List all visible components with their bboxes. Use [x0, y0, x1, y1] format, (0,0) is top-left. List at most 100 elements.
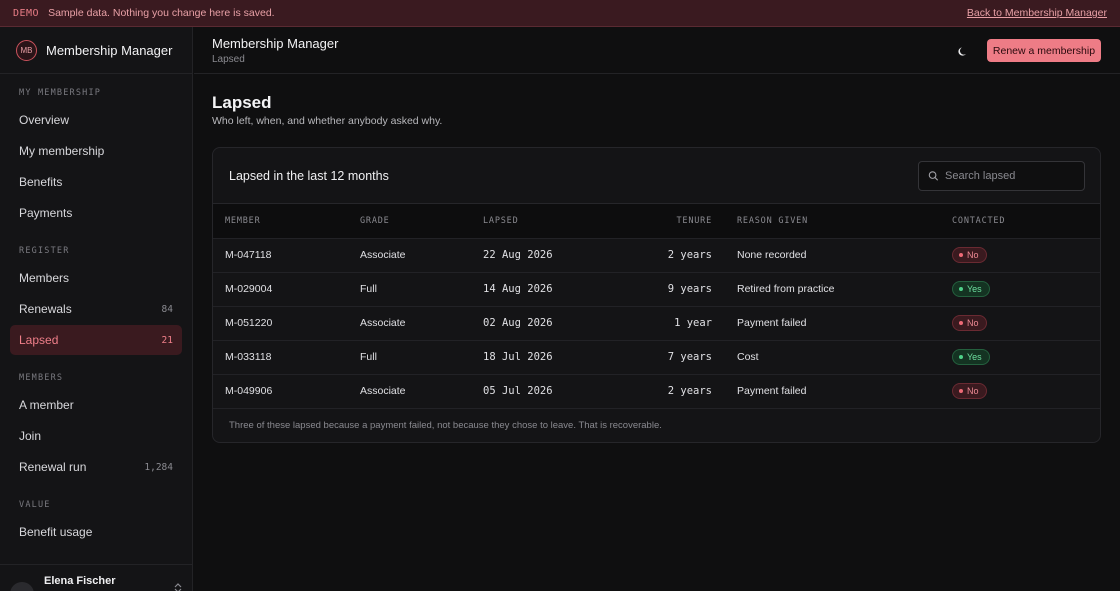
sidebar-item-renewals[interactable]: Renewals 84: [10, 294, 182, 324]
moon-icon: [957, 46, 966, 56]
sidebar-item-payments[interactable]: Payments: [10, 198, 182, 228]
sidebar-nav: MY MEMBERSHIP Overview My membership Benefi…: [0, 74, 192, 547]
tenure-cell: 9 years: [667, 283, 712, 295]
table-header-row: MEMBER GRADE LAPSED TENURE REASON GIVEN …: [213, 204, 1100, 238]
status-label: No: [967, 250, 979, 260]
column-header-contacted[interactable]: CONTACTED: [952, 204, 1100, 238]
sidebar-item-label: Benefits: [19, 175, 63, 189]
sidebar-item-join[interactable]: Join: [10, 421, 182, 451]
sidebar-item-benefit-usage[interactable]: Benefit usage: [10, 517, 182, 547]
grade-cell: Associate: [360, 249, 406, 261]
sidebar-item-label: Overview: [19, 113, 70, 127]
chevron-updown-icon: [174, 583, 182, 591]
status-dot-icon: [959, 287, 963, 291]
search-box[interactable]: [918, 161, 1085, 191]
sidebar-item-label: Benefit usage: [19, 525, 93, 539]
sidebar-item-benefits[interactable]: Benefits: [10, 167, 182, 197]
nav-section-title: VALUE: [19, 500, 51, 510]
top-header: Membership Manager Lapsed Renew a member…: [194, 27, 1120, 74]
lapsed-date-cell: 18 Jul 2026: [483, 351, 553, 363]
tenure-cell: 2 years: [667, 385, 712, 398]
member-cell: M-033118: [225, 351, 272, 363]
grade-cell: Full: [360, 283, 377, 295]
status-label: Yes: [967, 284, 982, 294]
tenure-cell: 7 years: [667, 351, 712, 363]
grade-cell: Associate: [360, 317, 406, 329]
status-badge: No: [952, 383, 987, 400]
lapsed-table: MEMBER GRADE LAPSED TENURE REASON GIVEN …: [213, 204, 1100, 408]
contacted-cell: No: [952, 374, 1100, 408]
sidebar-item-members[interactable]: Members: [10, 263, 182, 293]
sidebar-item-label: Members: [19, 271, 70, 285]
tenure-cell: 2 years: [667, 249, 712, 261]
sidebar-item-label: Renewal run: [19, 460, 87, 474]
brand-name: Membership Manager: [46, 42, 173, 58]
column-header-grade[interactable]: GRADE: [360, 204, 483, 238]
brand[interactable]: MB Membership Manager: [0, 27, 192, 74]
column-header-reason[interactable]: REASON GIVEN: [737, 204, 952, 238]
status-dot-icon: [959, 321, 963, 325]
back-link[interactable]: Back to Membership Manager: [967, 7, 1107, 19]
sidebar-item-label: Renewals: [19, 302, 72, 316]
sidebar: MB Membership Manager MY MEMBERSHIP Overv…: [0, 27, 193, 591]
grade-cell: Full: [360, 351, 377, 363]
reason-cell: Payment failed: [737, 385, 807, 398]
renew-membership-button[interactable]: Renew a membership: [987, 39, 1101, 62]
status-label: No: [967, 386, 979, 397]
member-cell: M-051220: [225, 317, 273, 329]
contacted-cell: Yes: [952, 340, 1100, 374]
reason-cell: None recorded: [737, 249, 807, 261]
column-header-tenure[interactable]: TENURE: [607, 204, 737, 238]
column-header-lapsed[interactable]: LAPSED: [483, 204, 607, 238]
lapsed-date-cell: 14 Aug 2026: [483, 283, 553, 295]
sidebar-item-a-member[interactable]: A member: [10, 390, 182, 420]
user-menu-icon[interactable]: [173, 583, 183, 591]
avatar: EF: [10, 582, 34, 591]
search-input[interactable]: [945, 170, 1075, 182]
search-icon: [928, 171, 939, 181]
sidebar-item-overview[interactable]: Overview: [10, 105, 182, 135]
status-dot-icon: [959, 355, 963, 359]
table-row[interactable]: M-049906 Associate 05 Jul 2026 2 years Payme…: [213, 374, 1100, 408]
page-description: Who left, when, and whether anybody aske…: [212, 115, 443, 127]
status-badge: Yes: [952, 281, 990, 297]
member-cell: M-047118: [225, 249, 272, 261]
lapsed-date-cell: 02 Aug 2026: [483, 317, 553, 329]
column-header-member[interactable]: MEMBER: [213, 204, 360, 238]
sidebar-item-label: Payments: [19, 206, 73, 220]
sidebar-item-label: Join: [19, 429, 42, 443]
table-row[interactable]: M-047118 Associate 22 Aug 2026 2 years None …: [213, 238, 1100, 272]
sidebar-item-label: A member: [19, 398, 74, 412]
sidebar-item-renewal-run[interactable]: Renewal run 1,284: [10, 452, 182, 482]
sidebar-item-my-membership[interactable]: My membership: [10, 136, 182, 166]
sidebar-item-count: 84: [161, 303, 173, 315]
demo-text: Sample data. Nothing you change here is …: [48, 7, 275, 19]
card-header: Lapsed in the last 12 months: [213, 148, 1100, 204]
table-row[interactable]: M-029004 Full 14 Aug 2026 9 years Retired fr…: [213, 272, 1100, 306]
user-name: Elena Fischer: [44, 575, 116, 587]
card-footnote: Three of these lapsed because a payment …: [213, 408, 1100, 441]
sidebar-item-count: 21: [161, 334, 173, 346]
sidebar-item-label: Lapsed: [19, 333, 59, 347]
theme-toggle-button[interactable]: [954, 42, 972, 60]
nav-section-title: REGISTER: [19, 246, 70, 256]
lapsed-date-cell: 22 Aug 2026: [483, 249, 553, 261]
card-title: Lapsed in the last 12 months: [229, 169, 389, 183]
page-title: Lapsed: [212, 93, 272, 112]
user-profile[interactable]: EF Elena Fischer: [0, 564, 193, 591]
table-row[interactable]: M-033118 Full 18 Jul 2026 7 years Cost Yes: [213, 340, 1100, 374]
lapsed-date-cell: 05 Jul 2026: [483, 385, 553, 398]
grade-cell: Associate: [360, 385, 406, 398]
status-label: Yes: [967, 352, 982, 362]
sidebar-item-label: My membership: [19, 144, 105, 158]
table-row[interactable]: M-051220 Associate 02 Aug 2026 1 year Paymen…: [213, 306, 1100, 340]
member-cell: M-029004: [225, 283, 273, 295]
status-label: No: [967, 318, 979, 328]
sidebar-item-lapsed[interactable]: Lapsed 21: [10, 325, 182, 355]
member-cell: M-049906: [225, 385, 273, 398]
contacted-cell: Yes: [952, 272, 1100, 306]
